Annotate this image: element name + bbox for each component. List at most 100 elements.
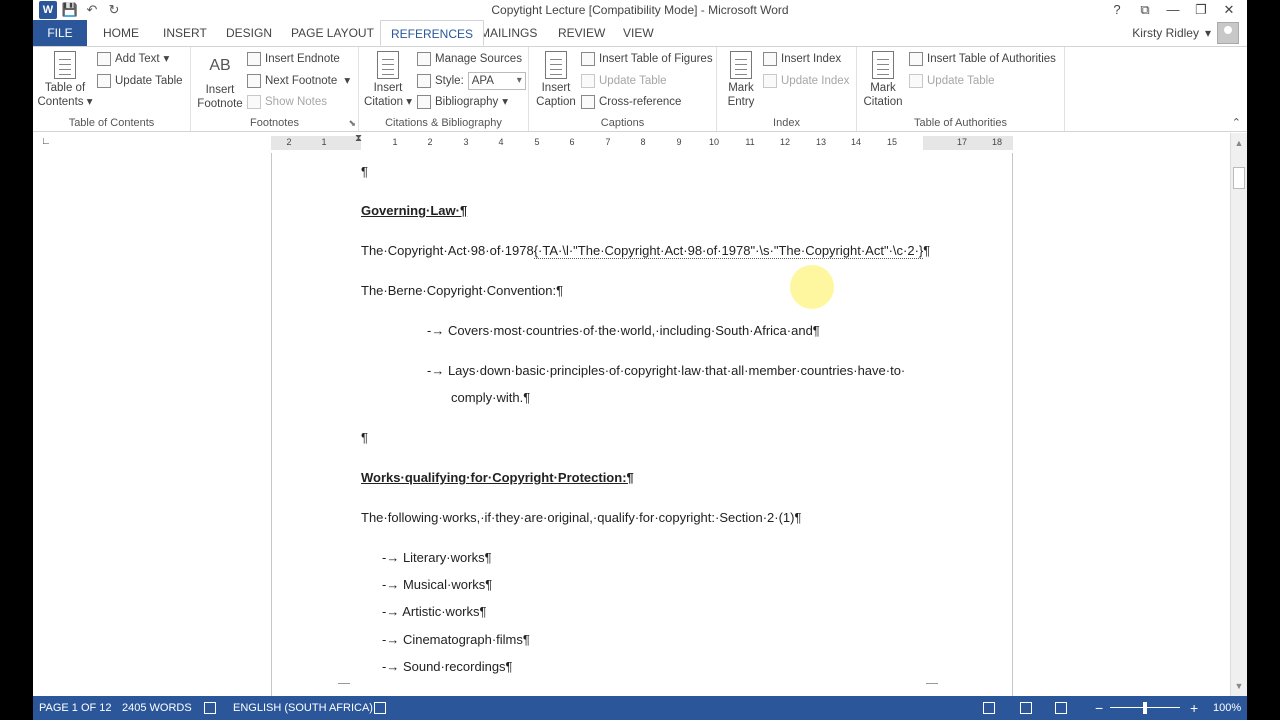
tab-home[interactable]: HOME — [93, 20, 149, 46]
paragraph-mark[interactable]: ¶ — [361, 430, 368, 445]
insert-caption-button[interactable]: Insert Caption — [531, 51, 581, 109]
bullet-item[interactable]: -→ Covers·most·countries·of·the·world,·i… — [427, 323, 820, 338]
update-table-captions-button[interactable]: Update Table — [581, 72, 667, 90]
left-letterbox — [0, 0, 33, 720]
footnote-icon: AB — [209, 57, 231, 74]
heading-works-qualifying[interactable]: Works·qualifying·for·Copyright·Protectio… — [361, 470, 634, 485]
cross-reference-button[interactable]: Cross-reference — [581, 93, 681, 111]
update-table-authorities-label: Update Table — [927, 75, 995, 87]
insert-index-button[interactable]: Insert Index — [763, 50, 841, 68]
update-table-toc-button[interactable]: Update Table — [97, 72, 183, 90]
insert-index-label: Insert Index — [781, 53, 842, 65]
close-button[interactable]: ✕ — [1215, 0, 1243, 20]
zoom-slider-thumb[interactable] — [1143, 702, 1147, 714]
restore-button[interactable]: ❐ — [1187, 0, 1215, 20]
list-item[interactable]: -→ Cinematograph·films¶ — [382, 632, 530, 647]
ruler-tick-label: 2 — [427, 137, 433, 147]
tab-references[interactable]: REFERENCES — [380, 20, 485, 46]
tab-review[interactable]: REVIEW — [548, 20, 615, 46]
update-table-authorities-button[interactable]: Update Table — [909, 72, 995, 90]
paragraph-mark[interactable]: ¶ — [361, 164, 368, 179]
page-count[interactable]: PAGE 1 OF 12 — [39, 696, 112, 720]
insert-citation-label-2: Citation ▾ — [364, 96, 412, 108]
document-page[interactable]: ¶ Governing·Law·¶ The·Copyright·Act·98·o… — [271, 153, 1013, 696]
mark-entry-button[interactable]: Mark Entry — [721, 51, 761, 109]
right-letterbox — [1247, 0, 1280, 720]
mark-citation-button[interactable]: Mark Citation — [859, 51, 907, 109]
web-layout-icon[interactable] — [1055, 696, 1067, 720]
tab-selector-icon[interactable]: ∟ — [41, 136, 51, 147]
show-notes-button[interactable]: Show Notes — [247, 93, 327, 111]
user-dropdown-icon[interactable]: ▾ — [1205, 26, 1211, 40]
read-mode-icon[interactable] — [983, 696, 995, 720]
avatar[interactable] — [1217, 22, 1239, 44]
insert-endnote-label: Insert Endnote — [265, 53, 340, 65]
paragraph-berne-convention[interactable]: The·Berne·Copyright·Convention:¶ — [361, 283, 563, 298]
bullet-item-continuation[interactable]: comply·with.¶ — [451, 390, 530, 405]
list-item[interactable]: -→ Sound·recordings¶ — [382, 659, 513, 674]
collapse-ribbon-icon[interactable]: ⌃ — [1232, 116, 1241, 129]
heading-governing-law[interactable]: Governing·Law·¶ — [361, 203, 467, 218]
print-layout-icon[interactable] — [1020, 696, 1032, 720]
insert-table-of-figures-button[interactable]: Insert Table of Figures — [581, 50, 713, 68]
user-account[interactable]: Kirsty Ridley ▾ — [1132, 22, 1239, 44]
ribbon-display-options-button[interactable]: ⧉ — [1131, 0, 1159, 20]
chevron-down-icon: ▾ — [502, 96, 509, 108]
paragraph-following-works[interactable]: The·following·works,·if·they·are·origina… — [361, 510, 801, 525]
zoom-level[interactable]: 100% — [1213, 696, 1241, 720]
insert-footnote-button[interactable]: AB Insert Footnote — [195, 51, 245, 111]
tab-view[interactable]: VIEW — [613, 20, 664, 46]
manage-sources-button[interactable]: Manage Sources — [417, 50, 522, 68]
window-title: Copytight Lecture [Compatibility Mode] -… — [491, 3, 789, 17]
copyright-act-text[interactable]: The·Copyright·Act·98·of·1978 — [361, 243, 534, 258]
insert-citation-button[interactable]: Insert Citation ▾ — [361, 51, 415, 109]
tab-insert[interactable]: INSERT — [153, 20, 217, 46]
list-item[interactable]: -→ Literary·works¶ — [382, 550, 492, 565]
list-item[interactable]: -→ Artistic·works¶ — [382, 604, 486, 619]
table-of-contents-button[interactable]: Table of Contents ▾ — [37, 51, 93, 109]
insert-endnote-button[interactable]: Insert Endnote — [247, 50, 340, 68]
user-name[interactable]: Kirsty Ridley — [1132, 26, 1199, 40]
next-footnote-button[interactable]: Next Footnote ▾ — [247, 72, 350, 90]
update-table-icon — [909, 74, 923, 88]
insert-table-of-authorities-button[interactable]: Insert Table of Authorities — [909, 50, 1056, 68]
paragraph-mark[interactable]: ¶ — [923, 243, 930, 258]
scroll-up-icon[interactable]: ▲ — [1231, 135, 1247, 151]
tab-page-layout[interactable]: PAGE LAYOUT — [281, 20, 384, 46]
chevron-down-icon: ▾ — [163, 53, 170, 65]
language-indicator[interactable]: ENGLISH (SOUTH AFRICA) — [233, 696, 373, 720]
update-index-icon — [763, 74, 777, 88]
list-item[interactable]: -→ Musical·works¶ — [382, 577, 492, 592]
group-label-index: Index — [773, 117, 800, 129]
ta-field-code[interactable]: {·TA·\l·"The·Copyright·Act·98·of·1978"·\… — [533, 243, 924, 259]
tab-file[interactable]: FILE — [33, 20, 87, 46]
group-label-citations: Citations & Bibliography — [385, 117, 502, 129]
word-count[interactable]: 2405 WORDS — [122, 696, 192, 720]
minimize-button[interactable]: — — [1159, 0, 1187, 20]
table-of-contents-label-2: Contents ▾ — [37, 96, 93, 108]
scroll-down-icon[interactable]: ▼ — [1231, 678, 1247, 694]
bullet-item[interactable]: -→ Lays·down·basic·principles·of·copyrig… — [427, 363, 905, 378]
add-text-button[interactable]: Add Text ▾ — [97, 50, 169, 68]
help-button[interactable]: ? — [1103, 0, 1131, 20]
style-select[interactable]: APA — [467, 72, 526, 90]
update-index-button[interactable]: Update Index — [763, 72, 849, 90]
insert-footnote-label-1: Insert — [205, 84, 235, 96]
ruler-tick-label: 8 — [640, 137, 646, 147]
proofing-icon[interactable] — [204, 696, 216, 720]
tab-design[interactable]: DESIGN — [216, 20, 282, 46]
indent-marker-icon[interactable]: ⧗ — [355, 133, 362, 144]
zoom-out-button[interactable]: − — [1095, 696, 1103, 720]
zoom-in-button[interactable]: + — [1190, 696, 1198, 720]
macro-icon[interactable] — [374, 696, 386, 720]
ruler-tick-label: 14 — [850, 137, 861, 147]
mark-citation-label-1: Mark — [870, 82, 896, 94]
bibliography-button[interactable]: Bibliography ▾ — [417, 93, 508, 111]
paragraph-copyright-act[interactable]: The·Copyright·Act·98·of·1978{·TA·\l·"The… — [361, 243, 930, 259]
horizontal-ruler[interactable]: ∟ ⧗ 2 1 1 2 3 4 5 6 7 8 9 10 11 12 13 14… — [33, 133, 1247, 153]
vertical-scrollbar[interactable]: ▲ ▼ — [1230, 133, 1247, 696]
status-bar: PAGE 1 OF 12 2405 WORDS ENGLISH (SOUTH A… — [33, 696, 1247, 720]
footnotes-dialog-launcher-icon[interactable]: ⬊ — [348, 118, 356, 129]
document-area[interactable]: ¶ Governing·Law·¶ The·Copyright·Act·98·o… — [33, 153, 1230, 696]
scrollbar-thumb[interactable] — [1233, 167, 1245, 189]
